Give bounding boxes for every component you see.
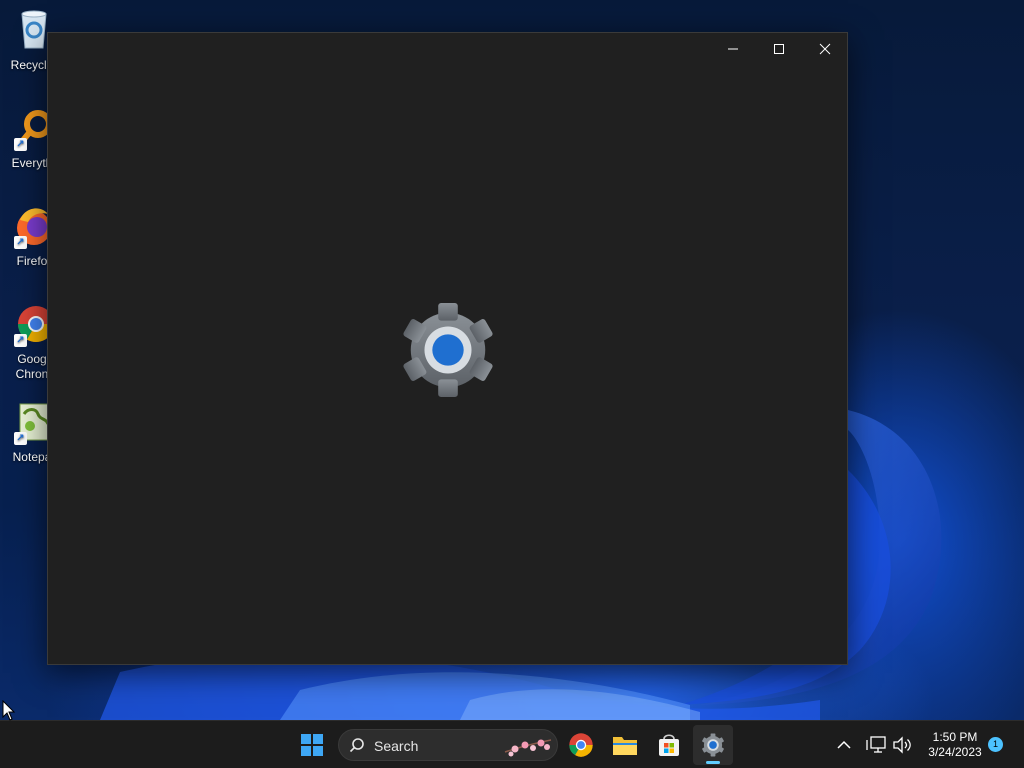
- microsoft-store-icon: [659, 734, 679, 756]
- mouse-cursor-icon: [2, 700, 16, 721]
- settings-gear-icon: [403, 302, 493, 398]
- volume-button[interactable]: [888, 725, 916, 765]
- shortcut-arrow-icon: ↗: [14, 236, 27, 249]
- start-button[interactable]: [292, 725, 332, 765]
- network-icon: [866, 736, 886, 753]
- show-hidden-icons-button[interactable]: [826, 725, 862, 765]
- active-app-indicator: [706, 761, 720, 764]
- minimize-button[interactable]: [710, 33, 756, 65]
- file-explorer-icon: [613, 737, 637, 755]
- taskbar-settings-button[interactable]: [693, 725, 733, 765]
- cherry-blossom-icon: [504, 739, 552, 757]
- close-icon: [819, 43, 831, 55]
- search-icon: [349, 738, 364, 753]
- settings-icon: [702, 733, 724, 757]
- taskbar-chrome-button[interactable]: [561, 725, 601, 765]
- taskbar-search-box[interactable]: Search: [338, 729, 558, 761]
- shortcut-arrow-icon: ↗: [14, 432, 27, 445]
- network-status-button[interactable]: [862, 725, 890, 765]
- maximize-button[interactable]: [756, 33, 802, 65]
- clock-date: 3/24/2023: [928, 745, 982, 759]
- search-label: Search: [374, 738, 419, 754]
- taskbar-microsoft-store-button[interactable]: [649, 725, 689, 765]
- maximize-icon: [774, 44, 784, 54]
- chrome-icon: [569, 733, 593, 757]
- start-icon: [301, 734, 323, 756]
- taskbar-file-explorer-button[interactable]: [605, 725, 645, 765]
- settings-window[interactable]: [47, 32, 848, 665]
- minimize-icon: [728, 48, 738, 50]
- close-button[interactable]: [802, 33, 848, 65]
- chevron-up-icon: [837, 740, 851, 749]
- volume-icon: [893, 736, 911, 754]
- taskbar: Search 1:50 PM 3/24/2023 1: [0, 720, 1024, 768]
- notification-badge[interactable]: 1: [988, 737, 1003, 752]
- clock-time: 1:50 PM: [932, 730, 978, 744]
- shortcut-arrow-icon: ↗: [14, 138, 27, 151]
- shortcut-arrow-icon: ↗: [14, 334, 27, 347]
- taskbar-clock[interactable]: 1:50 PM 3/24/2023: [920, 730, 990, 760]
